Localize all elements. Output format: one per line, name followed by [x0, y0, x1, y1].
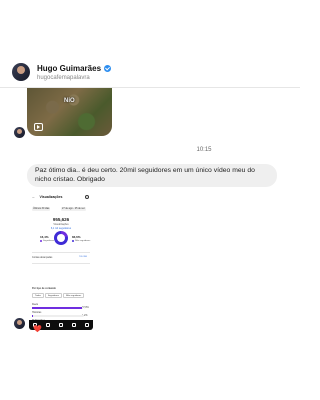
bar-fill-reels [32, 307, 82, 309]
bar-track-stories [32, 315, 83, 317]
shared-reel-thumbnail[interactable]: NiO [27, 88, 112, 136]
followers-dot-icon [40, 240, 42, 242]
row-label-reels: Reels [32, 303, 39, 306]
followers-pct: 16,4% [40, 235, 49, 239]
reel-overlay-text: NiO [64, 98, 75, 104]
dm-thread: Hugo Guimarães hugocafemapalavra NiO 10:… [0, 0, 300, 400]
contact-name[interactable]: Hugo Guimarães [37, 64, 112, 73]
followers-donut-chart [54, 231, 68, 245]
verified-badge-icon [104, 65, 112, 72]
followers-label: Seguidores [43, 240, 55, 242]
conversation-header[interactable]: Hugo Guimarães hugocafemapalavra [0, 55, 300, 87]
divider-line [32, 252, 90, 253]
reels-icon [71, 323, 76, 327]
info-icon [85, 195, 89, 199]
tab-all[interactable]: Todos [32, 293, 44, 298]
insights-screenshot-image[interactable]: ← Visualizações Últimos 30 dias 27 de ag… [29, 190, 93, 330]
heart-reaction-icon[interactable]: ❤️ [33, 326, 42, 333]
avatar[interactable] [12, 63, 30, 81]
add-icon [58, 323, 63, 327]
followers-legend: Seguidores [40, 240, 54, 242]
date-span-chip: 27 de ago - 25 de set [61, 207, 86, 211]
row-label-stories: Histórias [32, 311, 42, 314]
row-value-reels: 97,8% [82, 306, 89, 309]
content-type-tabs: Todos Seguidores Não seguidores [32, 293, 85, 298]
nonfollowers-pct: 83,6% [72, 235, 81, 239]
search-icon [46, 323, 51, 327]
nonfollowers-dot-icon [72, 240, 74, 242]
accounts-reached-value: 701.390 [79, 256, 87, 258]
insights-topbar: ← Visualizações [32, 195, 62, 199]
nonfollowers-legend: Não seguidores [72, 240, 90, 242]
nonfollowers-label: Não seguidores [75, 240, 91, 242]
message-timestamp: 10:15 [196, 147, 212, 153]
tab-followers[interactable]: Seguidores [44, 293, 62, 298]
accounts-reached-label: Contas alcançadas [32, 256, 53, 259]
sender-avatar[interactable] [14, 318, 25, 329]
by-content-type-label: Por tipo de conteúdo [32, 287, 56, 290]
profile-icon [84, 323, 89, 327]
message-bubble[interactable]: Paz ótimo dia.. é deu certo. 20mil segui… [27, 164, 277, 187]
bar-track-reels [32, 307, 83, 309]
tab-nonfollowers[interactable]: Não seguidores [62, 293, 85, 298]
bar-fill-stories [32, 315, 33, 317]
back-arrow-icon: ← [32, 195, 36, 199]
total-views-value: 955,626 [52, 217, 70, 222]
contact-handle: hugocafemapalavra [37, 75, 90, 81]
reel-icon [34, 123, 43, 131]
date-range-chip: Últimos 30 dias [32, 207, 51, 211]
message-text: Paz ótimo dia.. é deu certo. 20mil segui… [35, 167, 255, 183]
total-views-note: 6,1 mil seguidores [50, 226, 72, 230]
sender-avatar[interactable] [14, 127, 25, 138]
divider-line [32, 263, 90, 264]
insights-title: Visualizações [39, 195, 63, 199]
contact-name-text: Hugo Guimarães [37, 64, 102, 73]
